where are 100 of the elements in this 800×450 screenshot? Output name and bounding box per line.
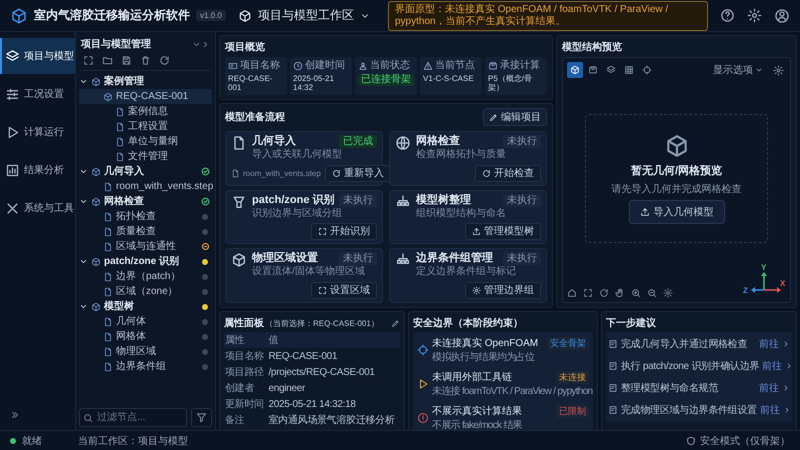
scan-icon [318,286,327,295]
step-action-button[interactable]: 设置区域 [311,282,377,299]
tree-item[interactable]: room_with_vents.step [79,179,212,194]
go-link[interactable]: 前往 [759,381,779,395]
column-header: 属性 [224,332,268,348]
panel-title: 项目与模型管理 [81,38,151,51]
import-model-button[interactable]: 导入几何模型 [628,200,724,224]
zoom-out-icon [647,288,657,298]
viewer-settings-button[interactable] [771,62,786,78]
document-icon [115,136,125,146]
cube-icon [570,65,580,75]
step-title: 物理区域设置 [252,252,318,266]
tree-item[interactable]: 文件管理 [79,149,212,164]
empty-title: 暂无几何/网格预览 [630,164,722,178]
tree-item[interactable]: 案例信息 [79,104,212,119]
tree-item[interactable]: 区域（zone） [79,284,212,299]
logo-icon [10,6,28,24]
section-title: 属性面板 [224,316,264,330]
filter-button[interactable] [191,408,212,427]
status-badge: 未执行 [339,252,377,266]
sliders-icon [5,86,20,102]
cube-icon [91,302,101,312]
cube-icon [91,196,101,206]
tree-item[interactable]: 质量检查 [79,224,212,239]
step-title: patch/zone 识别 [252,194,335,207]
nav-item[interactable]: 计算运行 [0,114,75,150]
tree-item[interactable]: 网格检查 [79,194,212,209]
version-badge: v1.0.0 [196,10,226,21]
refresh-button[interactable] [159,55,170,66]
tree-item[interactable]: 拓扑检查 [79,209,212,224]
step-action-button[interactable]: 重新导入 [324,164,391,182]
tree-item[interactable]: 模型树 [79,299,212,314]
step-action-button[interactable]: 管理模型树 [465,223,541,240]
table-cell-text: 项目路径 [224,366,265,380]
tree-item[interactable]: patch/zone 识别 [79,254,212,269]
nav-item[interactable]: 系统与工具 [0,190,75,226]
zoom-out-button[interactable] [647,288,657,298]
nav-item[interactable]: 工况设置 [0,76,75,112]
delete-button[interactable] [140,55,151,66]
tree-item[interactable]: 边界条件组 [79,359,212,374]
chevron-right-icon [782,340,790,348]
app-title: 室内气溶胶迁移输运分析软件 [34,7,190,24]
document-icon [103,242,113,252]
grid-icon [624,65,634,75]
refresh-icon [482,168,491,178]
document-icon [103,362,113,372]
hand-icon [615,288,625,298]
table-cell-text: /projects/REQ-CASE-001 [267,366,376,380]
nav-item[interactable]: 结果分析 [0,152,75,188]
info-label: 承接计算 [500,60,540,72]
box-icon [488,61,498,71]
filter-field[interactable]: 过滤节点... [79,408,187,427]
go-link[interactable]: 前往 [760,403,780,417]
nav-item[interactable]: 项目与模型 [0,38,75,74]
go-link[interactable]: 前往 [762,359,782,373]
chevron-right-icon [782,384,790,392]
settings-icon [663,288,673,298]
viewer-settings-button[interactable] [663,288,673,298]
zoom-in-button[interactable] [631,288,641,298]
tree-item[interactable]: 案例管理 [79,74,212,89]
step-action-button[interactable]: 管理边界组 [465,282,541,299]
chevron-down-icon [755,66,763,74]
expand-button[interactable] [83,55,94,66]
refresh-icon [159,55,170,66]
step-action-button[interactable]: 开始检查 [475,164,541,182]
tree-item[interactable]: 工程设置 [79,119,212,134]
scan-icon [318,227,327,236]
folder-button[interactable] [102,55,113,66]
workspace-selector[interactable]: 项目与模型工作区 [232,6,376,25]
step-title: 模型树整理 [416,194,471,207]
home-view-button[interactable] [567,288,577,298]
table-cell-text: 2025-05-21 14:32:18 [267,398,357,412]
go-link[interactable]: 前往 [759,337,779,351]
rotate-button[interactable] [599,288,609,298]
view-mode-button[interactable] [567,62,583,78]
tree-item[interactable]: 区域与连通性 [79,239,212,254]
tree-item[interactable]: 单位与量纲 [79,134,212,149]
gear-icon [472,286,481,295]
display-options-dropdown[interactable]: 显示选项 [707,62,769,78]
pan-button[interactable] [615,288,625,298]
checklist-icon [608,383,618,393]
suggestion-text: 完成物理区域与边界条件组设置 [621,404,757,417]
tree-item[interactable]: 网格体 [79,329,212,344]
section-title: 模型结构预览 [562,40,623,54]
tree-item[interactable]: 物理区域 [79,344,212,359]
shield-icon [686,436,696,446]
tree-item[interactable]: 几何导入 [79,164,212,179]
tree-item[interactable]: REQ-CASE-001 [79,89,212,104]
info-value: 2025-05-21 14:32 [293,74,335,92]
tree-item[interactable]: 边界（patch） [79,269,212,284]
trash-icon [140,55,151,66]
tree-item[interactable]: 几何体 [79,314,212,329]
edit-project-button[interactable]: 编辑项目 [483,108,547,126]
step-action-button[interactable]: 开始识别 [311,223,377,240]
fit-view-button[interactable] [583,288,593,298]
rotate-icon [599,288,609,298]
status-text: 就绪 [22,434,42,448]
pencil-icon [489,112,498,122]
save-button[interactable] [121,55,132,66]
status-badge: 未执行 [503,135,541,148]
